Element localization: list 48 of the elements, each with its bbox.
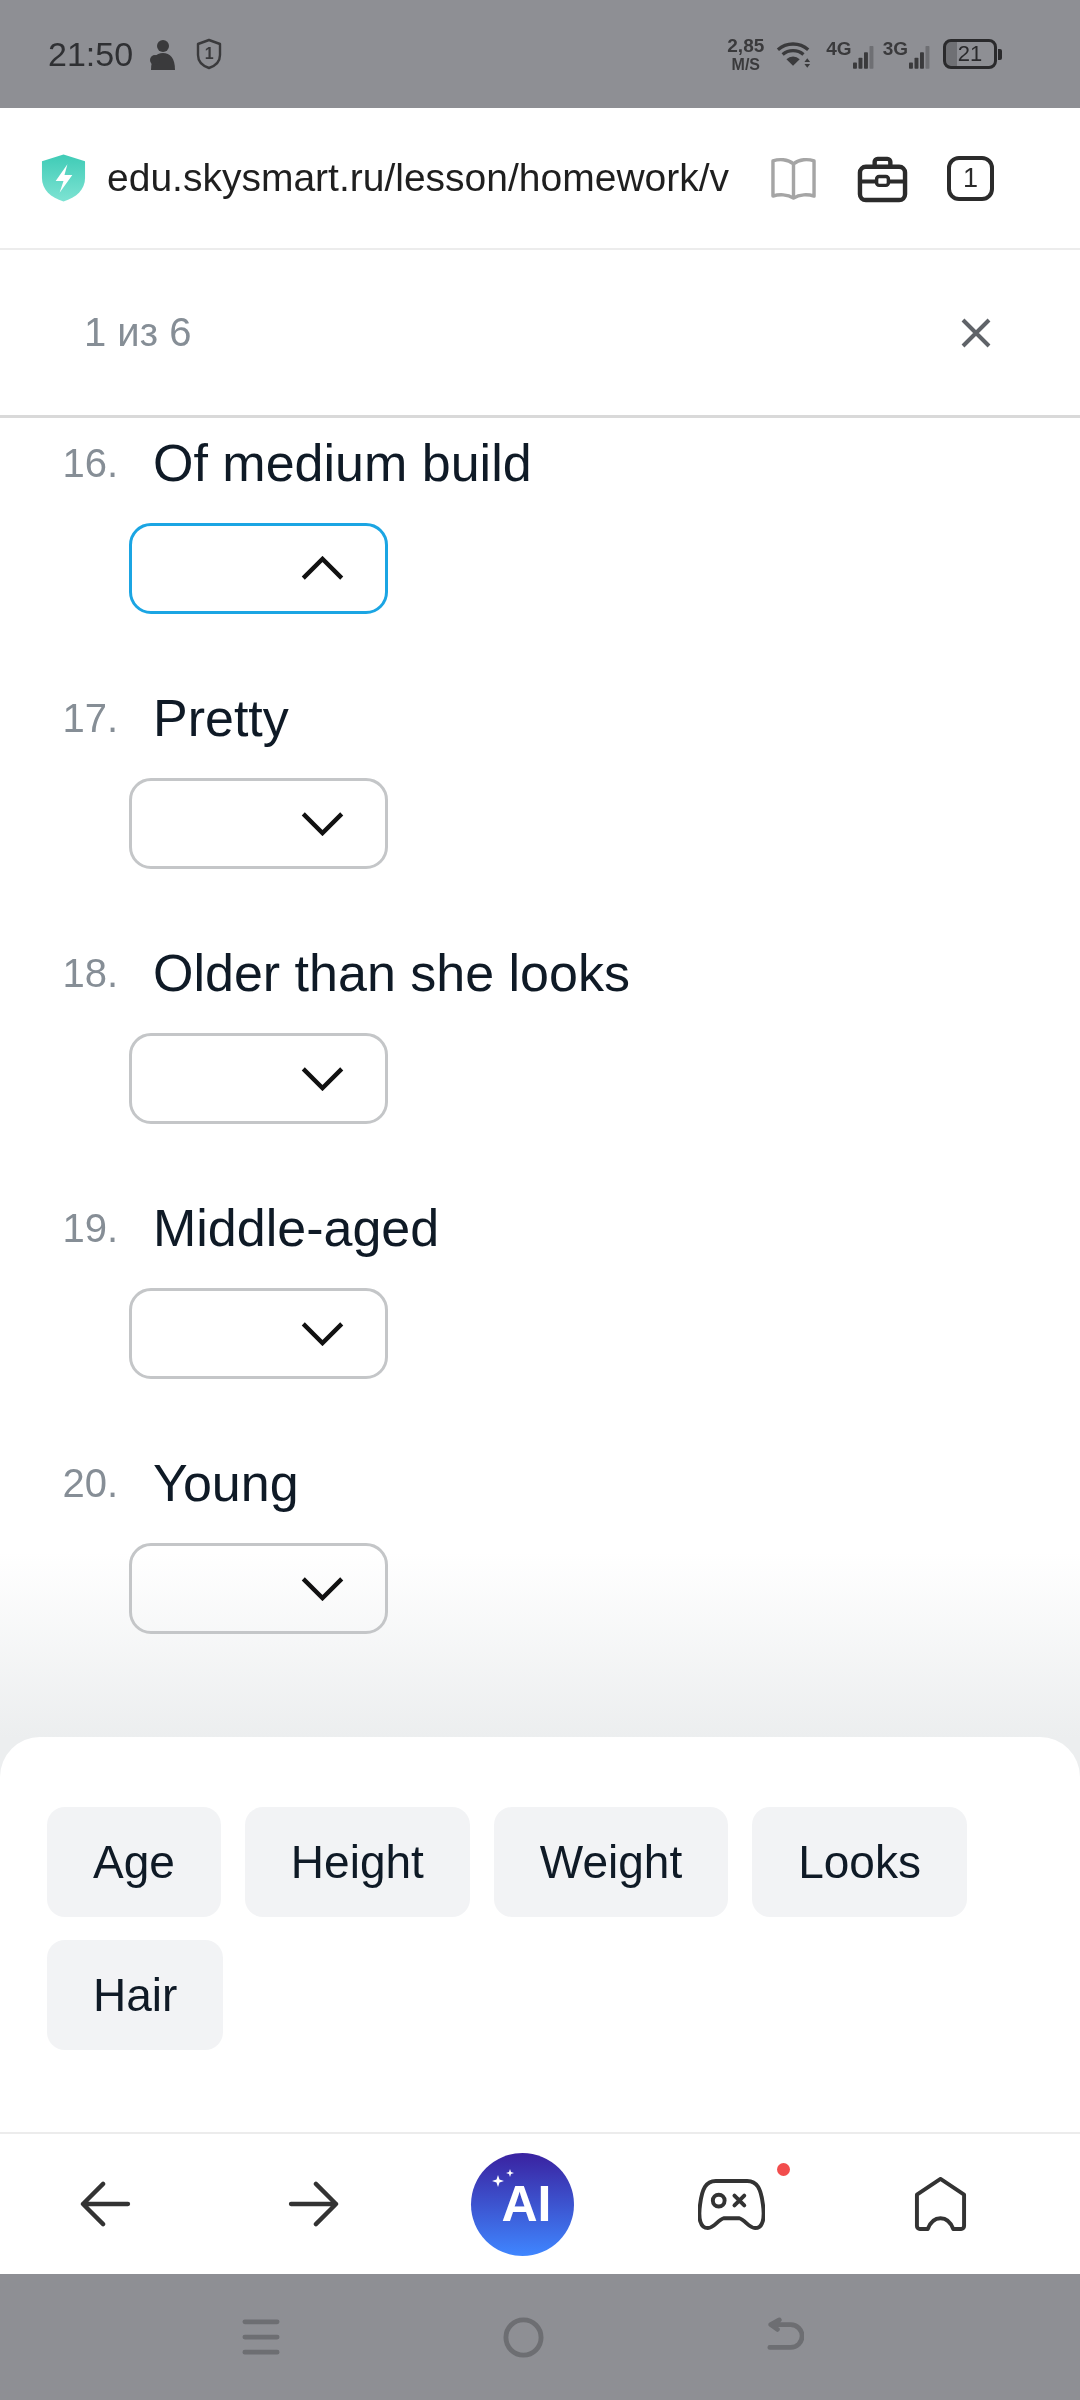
wifi-icon (776, 40, 813, 68)
status-time: 21:50 (48, 34, 134, 74)
question-text: Middle-aged (153, 1198, 440, 1258)
battery-indicator: 21 (943, 39, 1002, 69)
word-chip[interactable]: Age (47, 1807, 221, 1917)
chevron-down-icon (300, 1066, 345, 1091)
progress-label: 1 из 6 (84, 310, 192, 355)
question-number: 18. (61, 950, 118, 996)
back-arrow-icon[interactable] (78, 2181, 131, 2227)
url-text[interactable]: edu.skysmart.ru/lesson/homework/v (107, 156, 730, 200)
answer-dropdown[interactable] (129, 778, 388, 869)
tab-count-button[interactable]: 1 (947, 155, 994, 201)
question-number: 17. (61, 695, 118, 741)
shield-badge: 1 (196, 38, 223, 70)
word-chip[interactable]: Height (244, 1807, 470, 1917)
network-speed: 2,85 (727, 35, 765, 55)
answer-dropdown[interactable] (129, 523, 388, 614)
circle-icon[interactable] (502, 2316, 544, 2358)
gamepad-icon[interactable] (698, 2176, 765, 2232)
home-icon[interactable] (913, 2176, 968, 2232)
book-icon[interactable] (770, 155, 817, 201)
chevron-down-icon (300, 1576, 345, 1601)
forward-arrow-icon[interactable] (287, 2181, 340, 2227)
question-text: Pretty (153, 688, 289, 748)
network-type-label: 3G (882, 39, 908, 58)
speed-unit: M/S (731, 56, 760, 73)
question-text: Young (153, 1453, 299, 1513)
chevron-up-icon (300, 556, 345, 581)
shield-bolt-icon[interactable] (40, 153, 87, 203)
word-chip[interactable]: Hair (47, 1940, 224, 2050)
answer-dropdown[interactable] (129, 1288, 388, 1379)
answer-dropdown[interactable] (129, 1033, 388, 1124)
chevron-down-icon (300, 811, 345, 836)
chevron-down-icon (300, 1321, 345, 1346)
question-text: Older than she looks (153, 943, 630, 1003)
signal-icon (909, 45, 931, 69)
word-chip[interactable]: Weight (493, 1807, 729, 1917)
question-text: Of medium build (153, 433, 532, 493)
answer-dropdown[interactable] (129, 1543, 388, 1634)
question-number: 20. (61, 1460, 118, 1506)
word-chip[interactable]: Looks (752, 1807, 967, 1917)
ai-button[interactable]: AI (471, 2152, 574, 2256)
close-icon[interactable] (960, 316, 992, 349)
network-type-label: 4G (826, 39, 852, 58)
signal-icon (852, 45, 875, 69)
question-number: 16. (61, 440, 118, 486)
menu-icon[interactable] (242, 2318, 280, 2356)
question-number: 19. (61, 1205, 118, 1251)
